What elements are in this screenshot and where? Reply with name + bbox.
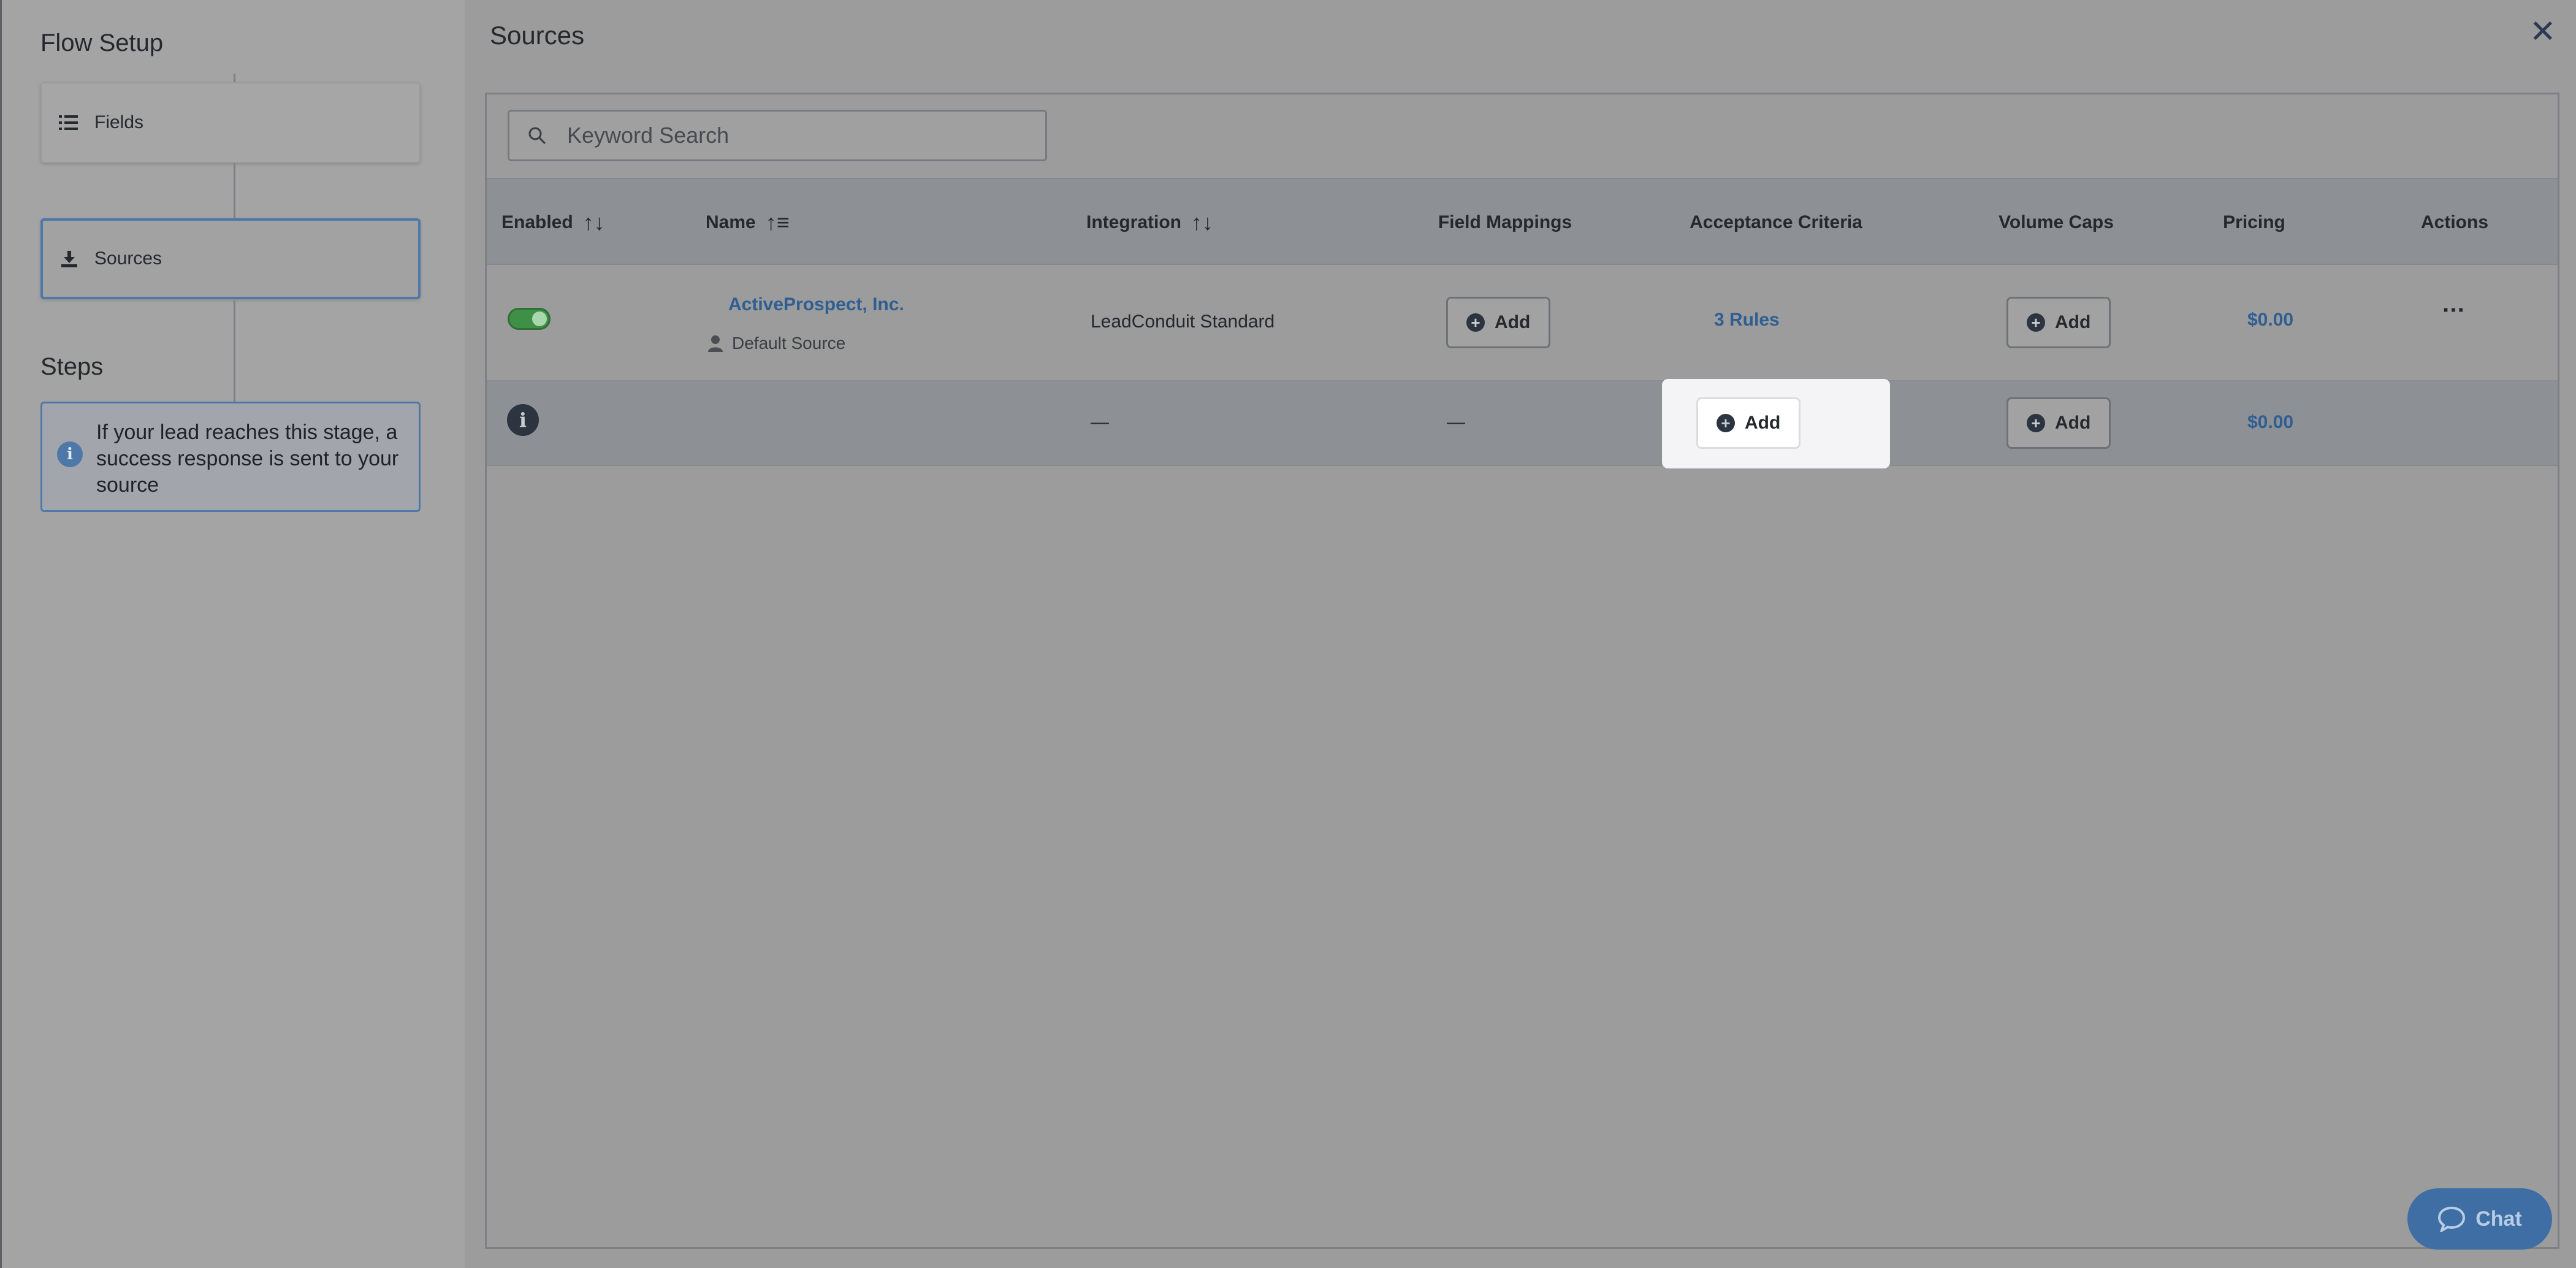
connector-line	[234, 163, 235, 218]
plus-circle-icon: +	[1466, 313, 1485, 332]
sidebar-item-sources[interactable]: Sources	[40, 218, 421, 299]
header-label: Enabled	[501, 212, 573, 232]
sidebar-item-label: Fields	[94, 112, 144, 132]
header-name[interactable]: Name ↑≡	[706, 179, 790, 266]
field-mappings-cell: —	[1447, 412, 1465, 432]
header-pricing: Pricing	[2223, 212, 2285, 232]
acceptance-rules-link[interactable]: 3 Rules	[1714, 310, 1780, 330]
info-icon: i	[57, 441, 83, 467]
pricing-link[interactable]: $0.00	[2247, 310, 2293, 330]
plus-circle-icon: +	[1717, 414, 1735, 432]
chat-label: Chat	[2475, 1207, 2522, 1231]
connector-line	[234, 300, 235, 402]
sources-panel: Enabled ↑↓ Name ↑≡ Integration ↑↓ Field …	[485, 93, 2559, 1249]
user-icon	[708, 335, 723, 352]
step-info-box: i If your lead reaches this stage, a suc…	[40, 402, 421, 512]
header-volume-caps: Volume Caps	[1999, 212, 2114, 232]
header-label: Integration	[1086, 212, 1181, 232]
search-input[interactable]	[567, 123, 1033, 148]
field-mappings-add-button[interactable]: + Add	[1446, 297, 1551, 348]
header-actions: Actions	[2420, 212, 2489, 232]
enabled-toggle[interactable]	[508, 308, 551, 330]
sidebar-item-fields[interactable]: Fields	[40, 82, 421, 163]
page-title: Sources	[490, 21, 585, 50]
info-icon: i	[507, 404, 539, 436]
source-name-link[interactable]: ActiveProspect, Inc.	[728, 294, 904, 315]
sidebar-item-label: Sources	[94, 248, 162, 269]
header-enabled[interactable]: Enabled ↑↓	[501, 179, 605, 266]
sort-icon[interactable]: ↑↓	[583, 210, 605, 235]
volume-caps-add-button[interactable]: + Add	[2006, 397, 2111, 449]
search-icon	[528, 127, 546, 145]
pricing-link[interactable]: $0.00	[2247, 412, 2293, 433]
spotlight-highlight: + Add	[1662, 379, 1890, 468]
plus-circle-icon: +	[2027, 313, 2045, 332]
step-info-text: If your lead reaches this stage, a succe…	[96, 421, 399, 497]
table-row: ActiveProspect, Inc. Default Source Lead…	[487, 265, 2558, 381]
header-acceptance-criteria: Acceptance Criteria	[1690, 212, 1862, 232]
button-label: Add	[2055, 312, 2091, 332]
button-label: Add	[1495, 312, 1531, 332]
volume-caps-add-button[interactable]: + Add	[2006, 297, 2111, 348]
button-label: Add	[1745, 413, 1781, 433]
sort-asc-icon[interactable]: ↑≡	[766, 210, 790, 235]
plus-circle-icon: +	[2027, 414, 2045, 432]
acceptance-criteria-add-button[interactable]: + Add	[1696, 397, 1801, 449]
header-integration[interactable]: Integration ↑↓	[1086, 179, 1213, 266]
source-subtitle-text: Default Source	[732, 334, 846, 353]
button-label: Add	[2055, 413, 2091, 433]
flow-setup-sidebar: Flow Setup Fields Sources Steps i If you…	[0, 0, 465, 1268]
table-header: Enabled ↑↓ Name ↑≡ Integration ↑↓ Field …	[487, 178, 2558, 265]
source-subtitle: Default Source	[707, 334, 845, 353]
integration-cell: LeadConduit Standard	[1091, 311, 1275, 332]
chat-button[interactable]: Chat	[2407, 1188, 2552, 1250]
header-field-mappings: Field Mappings	[1438, 212, 1572, 232]
integration-cell: —	[1091, 412, 1109, 432]
download-icon	[61, 251, 77, 267]
list-icon	[59, 115, 78, 130]
sort-icon[interactable]: ↑↓	[1191, 210, 1213, 235]
flow-setup-title: Flow Setup	[40, 29, 164, 56]
close-icon[interactable]: ✕	[2529, 13, 2556, 50]
connector-line	[234, 74, 235, 82]
table-row: i — — + Add $0.00	[487, 381, 2558, 466]
header-label: Name	[706, 212, 756, 232]
steps-title: Steps	[40, 353, 104, 380]
more-actions-icon[interactable]: ···	[2442, 297, 2466, 324]
search-box[interactable]	[508, 110, 1047, 161]
chat-bubble-icon	[2438, 1206, 2466, 1232]
